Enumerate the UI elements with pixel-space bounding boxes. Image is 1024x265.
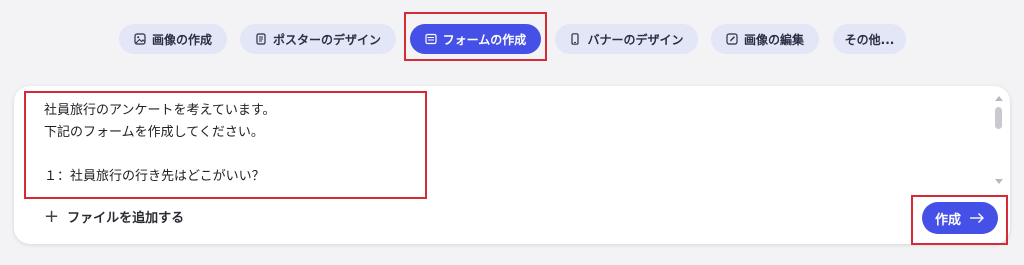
chip-label: 画像の編集: [743, 32, 804, 47]
document-icon: [255, 33, 267, 45]
scroll-thumb[interactable]: [995, 107, 1002, 129]
plus-icon: +: [44, 205, 60, 227]
form-icon: [425, 33, 437, 45]
scroll-down-arrow-icon[interactable]: [995, 179, 1003, 184]
scrollbar[interactable]: [994, 96, 1004, 184]
chip-label: バナーのデザイン: [587, 32, 684, 47]
chip-label: 画像の作成: [151, 32, 212, 47]
chip-label: ポスターのデザイン: [272, 32, 381, 47]
chip-create-image[interactable]: 画像の作成: [119, 24, 227, 54]
add-file-button[interactable]: + ファイルを追加する: [44, 207, 184, 226]
create-button[interactable]: 作成: [922, 202, 998, 234]
image-edit-icon: [726, 33, 738, 45]
chip-banner-design[interactable]: バナーのデザイン: [555, 24, 698, 54]
image-icon: [134, 33, 146, 45]
chip-create-form[interactable]: フォームの作成: [410, 24, 541, 54]
arrow-right-icon: [969, 212, 985, 224]
chip-label: フォームの作成: [442, 32, 527, 47]
page: 画像の作成 ポスターのデザイン フォームの作成 バナーのデザイン 画像の編集 そ…: [0, 0, 1024, 265]
suggestion-chips: 画像の作成 ポスターのデザイン フォームの作成 バナーのデザイン 画像の編集 そ…: [0, 24, 1024, 56]
create-button-label: 作成: [934, 212, 961, 228]
prompt-textarea[interactable]: 社員旅行のアンケートを考えています。 下記のフォームを作成してください。 １：社…: [44, 100, 564, 184]
chip-more[interactable]: その他...: [833, 24, 906, 54]
add-file-label: ファイルを追加する: [67, 211, 185, 226]
scroll-up-arrow-icon[interactable]: [995, 96, 1003, 101]
chip-label: その他...: [844, 32, 895, 47]
chip-edit-image[interactable]: 画像の編集: [711, 24, 819, 54]
prompt-composer: 社員旅行のアンケートを考えています。 下記のフォームを作成してください。 １：社…: [14, 86, 1010, 244]
chip-poster-design[interactable]: ポスターのデザイン: [240, 24, 396, 54]
phone-icon: [569, 33, 581, 45]
